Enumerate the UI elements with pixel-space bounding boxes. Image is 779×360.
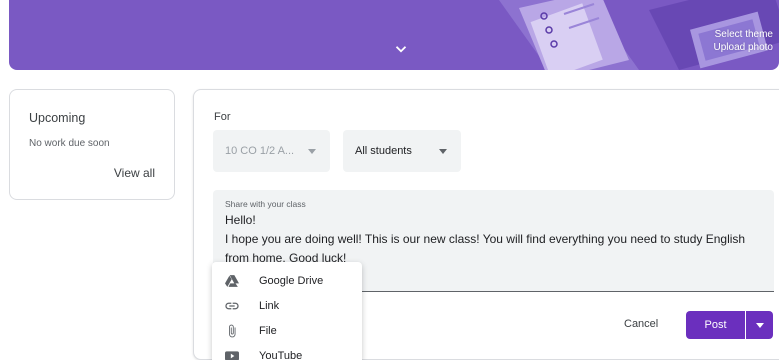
attach-youtube[interactable]: YouTube (212, 343, 362, 360)
chevron-down-icon[interactable] (392, 40, 410, 58)
share-text-line: Hello! (225, 213, 256, 227)
google-drive-icon (224, 273, 240, 289)
class-banner: Select theme Upload photo (9, 0, 779, 70)
upcoming-empty-text: No work due soon (29, 138, 110, 149)
view-all-link[interactable]: View all (114, 166, 155, 180)
attach-link[interactable]: Link (212, 293, 362, 318)
attach-menu: Google Drive Link File YouTube (212, 262, 362, 360)
students-select[interactable]: All students (343, 130, 461, 172)
youtube-icon (224, 348, 240, 360)
upload-photo-link[interactable]: Upload photo (714, 42, 774, 53)
caret-down-icon (439, 149, 447, 154)
upcoming-title: Upcoming (29, 111, 86, 125)
select-theme-link[interactable]: Select theme (715, 29, 773, 40)
attach-item-label: Link (259, 299, 280, 312)
students-select-value: All students (355, 145, 412, 157)
post-button[interactable]: Post (686, 311, 745, 339)
class-select[interactable]: 10 CO 1/2 A... (213, 130, 330, 172)
upcoming-card: Upcoming No work due soon View all (9, 89, 175, 200)
attach-item-label: File (259, 324, 277, 337)
post-options-button[interactable] (746, 311, 773, 339)
attach-item-label: Google Drive (259, 274, 324, 287)
for-label: For (214, 111, 231, 123)
attach-item-label: YouTube (259, 349, 303, 360)
caret-down-icon (308, 149, 316, 154)
share-text[interactable]: Hello! I hope you are doing well! This i… (225, 211, 765, 268)
cancel-button[interactable]: Cancel (624, 318, 658, 330)
attach-google-drive[interactable]: Google Drive (212, 268, 362, 293)
attach-file[interactable]: File (212, 318, 362, 343)
share-label: Share with your class (225, 199, 306, 209)
link-icon (224, 298, 240, 314)
class-select-value: 10 CO 1/2 A... (225, 145, 295, 157)
paperclip-icon (224, 323, 240, 339)
